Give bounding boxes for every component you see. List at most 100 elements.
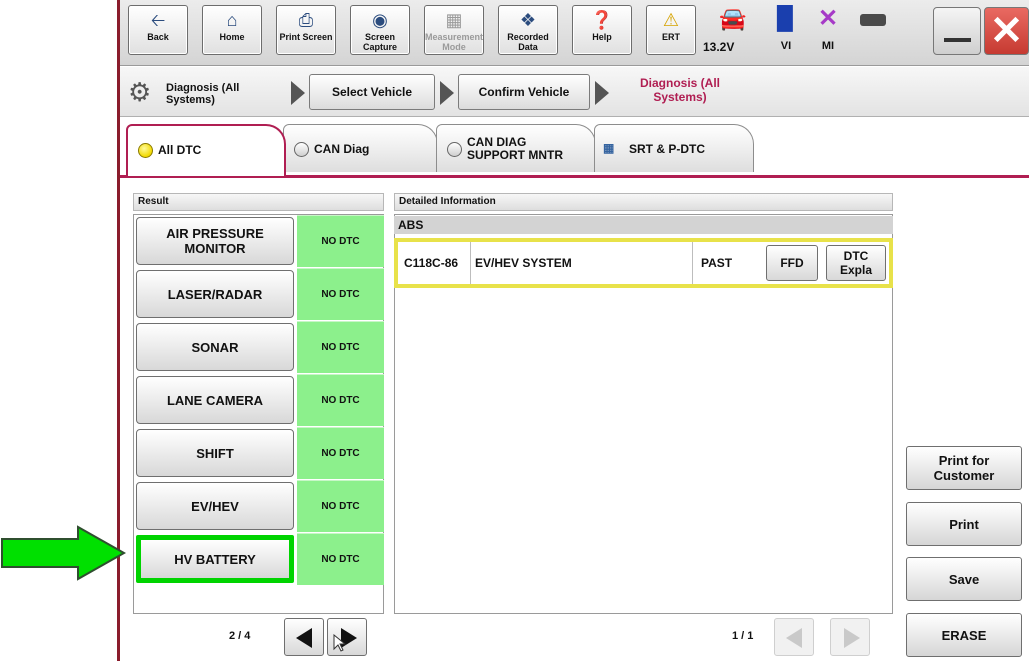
save-button[interactable]: Save <box>906 557 1022 601</box>
meter-icon: ▦ <box>445 10 463 30</box>
confirm-vehicle-button[interactable]: Confirm Vehicle <box>458 74 590 110</box>
car-icon: 🚘 <box>719 6 747 31</box>
battery-voltage-status: 🚘 13.2V <box>703 6 763 54</box>
close-button[interactable]: ✕ <box>984 7 1029 55</box>
system-button-air-pressure-monitor[interactable]: AIR PRESSURE MONITOR <box>136 217 294 265</box>
crumb-diagnosis-all[interactable]: ⚙ Diagnosis (All Systems) <box>128 73 288 111</box>
detail-header: Detailed Information <box>394 193 893 211</box>
list-item: SHIFT NO DTC <box>133 427 384 479</box>
crumb-arrow-icon <box>595 81 609 105</box>
radio-icon <box>447 142 462 157</box>
tab-label: All DTC <box>158 143 202 157</box>
minimize-button[interactable] <box>933 7 981 55</box>
x-icon: ✕ <box>817 5 839 32</box>
warning-icon: ⚠ <box>662 10 680 30</box>
erase-button[interactable]: ERASE <box>906 613 1022 657</box>
print-screen-button[interactable]: ⎙ Print Screen <box>276 5 336 55</box>
tab-label: CAN Diag <box>314 142 370 156</box>
ffd-button[interactable]: FFD <box>766 245 818 281</box>
ert-label: ERT <box>662 32 680 42</box>
mi-status: ✕ MI <box>810 5 846 53</box>
srt-icon: ▦ <box>603 141 615 155</box>
back-button[interactable]: 🡠 Back <box>128 5 188 55</box>
status-badge: NO DTC <box>297 268 384 320</box>
tab-can-diag-support-mntr[interactable]: CAN DIAG SUPPORT MNTR <box>436 124 596 172</box>
dtc-description: EV/HEV SYSTEM <box>475 256 572 270</box>
help-label: Help <box>592 32 612 42</box>
screen-capture-label: Screen Capture <box>362 32 397 52</box>
recorded-data-button[interactable]: ❖ Recorded Data <box>498 5 558 55</box>
radio-icon <box>294 142 309 157</box>
crumb-diagnosis-label: Diagnosis (All Systems) <box>166 82 240 106</box>
tab-label: CAN DIAG SUPPORT MNTR <box>467 135 563 162</box>
system-button-shift[interactable]: SHIFT <box>136 429 294 477</box>
list-item: EV/HEV NO DTC <box>133 480 384 532</box>
dtc-explanation-button[interactable]: DTC Expla <box>826 245 886 281</box>
tab-label: SRT & P-DTC <box>629 142 705 156</box>
list-item: LANE CAMERA NO DTC <box>133 374 384 426</box>
recorded-data-icon: ❖ <box>519 10 537 30</box>
home-label: Home <box>219 32 245 42</box>
printer-icon: ⎙ <box>298 10 314 30</box>
next-arrow-icon <box>844 628 860 648</box>
home-button[interactable]: ⌂ Home <box>202 5 262 55</box>
status-badge: NO DTC <box>297 533 384 585</box>
column-divider <box>470 242 471 284</box>
mi-label: MI <box>821 40 835 52</box>
dtc-code: C118C-86 <box>404 256 459 270</box>
dtc-row[interactable]: C118C-86 EV/HEV SYSTEM PAST FFD DTC Expl… <box>394 238 893 288</box>
detail-prev-button[interactable] <box>774 618 814 656</box>
connection-icon <box>860 14 886 26</box>
detail-page-indicator: 1 / 1 <box>732 630 754 642</box>
back-label: Back <box>147 32 169 42</box>
status-badge: NO DTC <box>297 374 384 426</box>
crumb-arrow-icon <box>440 81 454 105</box>
detail-next-button[interactable] <box>830 618 870 656</box>
back-arrow-icon: 🡠 <box>150 10 166 30</box>
tab-all-dtc[interactable]: All DTC <box>126 124 286 176</box>
select-vehicle-button[interactable]: Select Vehicle <box>309 74 435 110</box>
radio-selected-icon <box>138 143 153 158</box>
home-icon: ⌂ <box>226 10 238 30</box>
prev-arrow-icon <box>296 628 312 648</box>
module-header: ABS <box>394 216 893 234</box>
camera-icon: ◉ <box>372 10 388 30</box>
column-divider <box>692 242 693 284</box>
system-button-ev-hev[interactable]: EV/HEV <box>136 482 294 530</box>
result-page-indicator: 2 / 4 <box>229 630 251 642</box>
help-button[interactable]: ❓ Help <box>572 5 632 55</box>
result-header: Result <box>133 193 384 211</box>
toolbar: 🡠 Back ⌂ Home ⎙ Print Screen ◉ Screen Ca… <box>120 0 1029 66</box>
list-item: HV BATTERY NO DTC <box>133 533 384 585</box>
green-arrow-icon <box>0 525 127 581</box>
print-button[interactable]: Print <box>906 502 1022 546</box>
result-prev-button[interactable] <box>284 618 324 656</box>
status-badge: NO DTC <box>297 480 384 532</box>
system-button-hv-battery[interactable]: HV BATTERY <box>136 535 294 583</box>
voltage-readout: 13.2V <box>703 40 735 54</box>
system-button-laser-radar[interactable]: LASER/RADAR <box>136 270 294 318</box>
mouse-cursor-icon <box>333 633 347 652</box>
measurement-mode-button[interactable]: ▦ Measurement Mode <box>424 5 484 55</box>
tab-bar: All DTC CAN Diag CAN DIAG SUPPORT MNTR ▦… <box>120 118 1029 176</box>
list-item: SONAR NO DTC <box>133 321 384 373</box>
status-badge: NO DTC <box>297 215 384 267</box>
screen-capture-button[interactable]: ◉ Screen Capture <box>350 5 410 55</box>
tab-srt-p-dtc[interactable]: ▦ SRT & P-DTC <box>594 124 754 172</box>
status-badge: NO DTC <box>297 321 384 373</box>
system-button-sonar[interactable]: SONAR <box>136 323 294 371</box>
dtc-status: PAST <box>701 256 733 270</box>
status-badge: NO DTC <box>297 427 384 479</box>
close-icon: ✕ <box>989 9 1024 53</box>
measurement-mode-label: Measurement Mode <box>425 32 484 52</box>
mechanic-car-icon: ⚙ <box>128 77 152 107</box>
tab-can-diag[interactable]: CAN Diag <box>283 124 438 172</box>
system-button-lane-camera[interactable]: LANE CAMERA <box>136 376 294 424</box>
crumb-current: Diagnosis (All Systems) <box>639 76 720 104</box>
prev-arrow-icon <box>786 628 802 648</box>
list-item: AIR PRESSURE MONITOR NO DTC <box>133 215 384 267</box>
help-icon: ❓ <box>590 10 614 30</box>
ert-button[interactable]: ⚠ ERT <box>646 5 696 55</box>
print-for-customer-button[interactable]: Print for Customer <box>906 446 1022 490</box>
vi-icon: ▉ <box>777 6 795 31</box>
